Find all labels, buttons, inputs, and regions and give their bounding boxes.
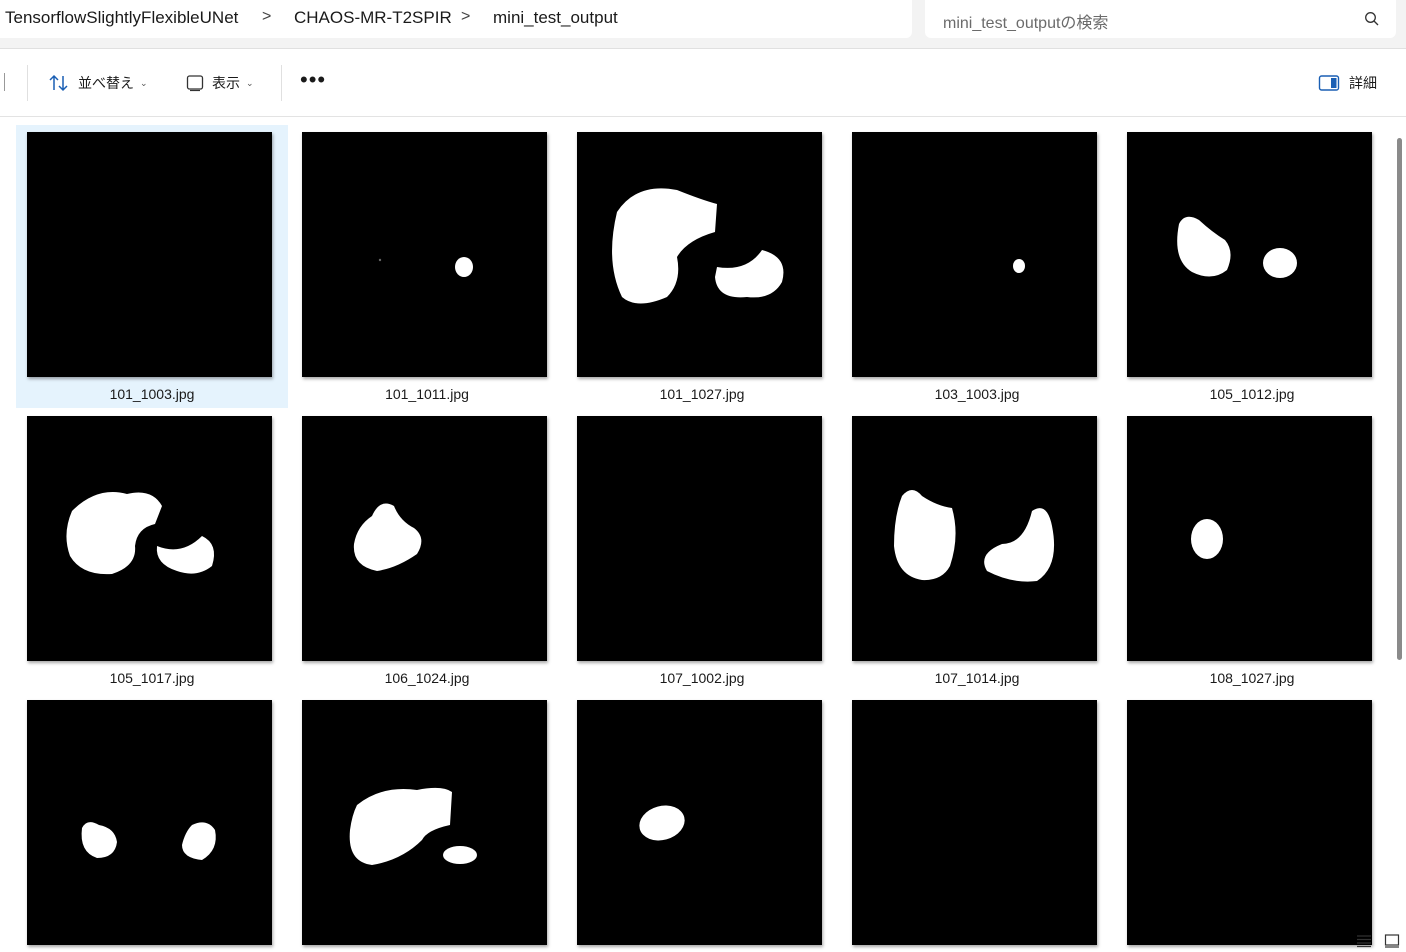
file-item[interactable]: 108_1027.jpg xyxy=(1116,409,1388,692)
image-thumbnail xyxy=(1127,132,1372,377)
details-label: 詳細 xyxy=(1349,75,1377,91)
details-pane-icon xyxy=(1318,75,1340,91)
image-thumbnail xyxy=(577,132,822,377)
address-bar-row: TensorflowSlightlyFlexibleUNet > CHAOS-M… xyxy=(0,0,1406,49)
image-thumbnail xyxy=(302,132,547,377)
image-thumbnail xyxy=(27,416,272,661)
breadcrumb-tensorflowslightlyflexibleunet[interactable]: TensorflowSlightlyFlexibleUNet xyxy=(5,8,238,28)
file-name: 105_1012.jpg xyxy=(1209,386,1295,402)
image-thumbnail xyxy=(577,700,822,945)
address-bar[interactable]: TensorflowSlightlyFlexibleUNet > CHAOS-M… xyxy=(0,0,912,38)
details-view-icon[interactable] xyxy=(1356,934,1372,948)
file-item[interactable]: 106_1024.jpg xyxy=(291,409,563,692)
file-item[interactable] xyxy=(841,693,1113,952)
command-bar: 並べ替え ⌄ 表示 ⌄ ••• 詳細 xyxy=(0,49,1406,117)
divider xyxy=(27,65,28,101)
file-item[interactable] xyxy=(291,693,563,952)
file-name: 101_1011.jpg xyxy=(385,386,469,402)
image-thumbnail xyxy=(577,416,822,661)
search-input[interactable]: mini_test_outputの検索 xyxy=(943,9,1108,33)
hidden-command-edge xyxy=(0,73,5,91)
file-item[interactable]: 105_1012.jpg xyxy=(1116,125,1388,408)
image-thumbnail xyxy=(1127,700,1372,945)
more-options-button[interactable]: ••• xyxy=(300,69,326,91)
view-button[interactable]: 表示 ⌄ xyxy=(186,71,254,95)
file-name: 107_1014.jpg xyxy=(934,670,1020,686)
breadcrumb-separator-2[interactable]: > xyxy=(461,8,470,26)
file-name: 107_1002.jpg xyxy=(659,670,745,686)
file-name: 105_1017.jpg xyxy=(109,670,195,686)
file-grid: 101_1003.jpg 101_1011.jpg 101_1027.jpg 1… xyxy=(0,117,1390,952)
image-thumbnail xyxy=(27,700,272,945)
sort-icon xyxy=(49,74,68,92)
breadcrumb-mini-test-output[interactable]: mini_test_output xyxy=(493,8,618,28)
breadcrumb-chaos-mr-t2spir[interactable]: CHAOS-MR-T2SPIR xyxy=(294,8,452,28)
divider xyxy=(281,65,282,101)
file-item[interactable]: 101_1003.jpg xyxy=(16,125,288,408)
file-item[interactable]: 107_1014.jpg xyxy=(841,409,1113,692)
file-item[interactable]: 101_1027.jpg xyxy=(566,125,838,408)
file-name: 108_1027.jpg xyxy=(1209,670,1295,686)
file-item[interactable] xyxy=(1116,693,1388,952)
image-thumbnail xyxy=(302,700,547,945)
image-thumbnail xyxy=(1127,416,1372,661)
large-icons-view-icon[interactable] xyxy=(1384,934,1400,948)
view-label: 表示 xyxy=(212,75,240,91)
file-item[interactable]: 103_1003.jpg xyxy=(841,125,1113,408)
image-thumbnail xyxy=(302,416,547,661)
image-thumbnail xyxy=(27,132,272,377)
breadcrumb-separator-1[interactable]: > xyxy=(262,8,271,26)
search-box[interactable]: mini_test_outputの検索 xyxy=(925,0,1396,38)
chevron-down-icon: ⌄ xyxy=(246,77,254,88)
search-icon[interactable] xyxy=(1364,11,1380,27)
scrollbar-thumb[interactable] xyxy=(1397,138,1402,660)
chevron-down-icon: ⌄ xyxy=(140,77,148,88)
file-name: 106_1024.jpg xyxy=(384,670,470,686)
file-item[interactable]: 107_1002.jpg xyxy=(566,409,838,692)
image-thumbnail xyxy=(852,132,1097,377)
sort-label: 並べ替え xyxy=(78,75,134,91)
file-name: 103_1003.jpg xyxy=(934,386,1020,402)
details-button[interactable]: 詳細 xyxy=(1318,71,1377,95)
file-name: 101_1003.jpg xyxy=(109,386,195,402)
image-thumbnail xyxy=(852,700,1097,945)
file-item[interactable] xyxy=(16,693,288,952)
sort-button[interactable]: 並べ替え ⌄ xyxy=(48,71,148,95)
image-thumbnail xyxy=(852,416,1097,661)
file-item[interactable] xyxy=(566,693,838,952)
view-icon xyxy=(186,75,204,92)
file-name: 101_1027.jpg xyxy=(659,386,745,402)
file-item[interactable]: 101_1011.jpg xyxy=(291,125,563,408)
file-item[interactable]: 105_1017.jpg xyxy=(16,409,288,692)
